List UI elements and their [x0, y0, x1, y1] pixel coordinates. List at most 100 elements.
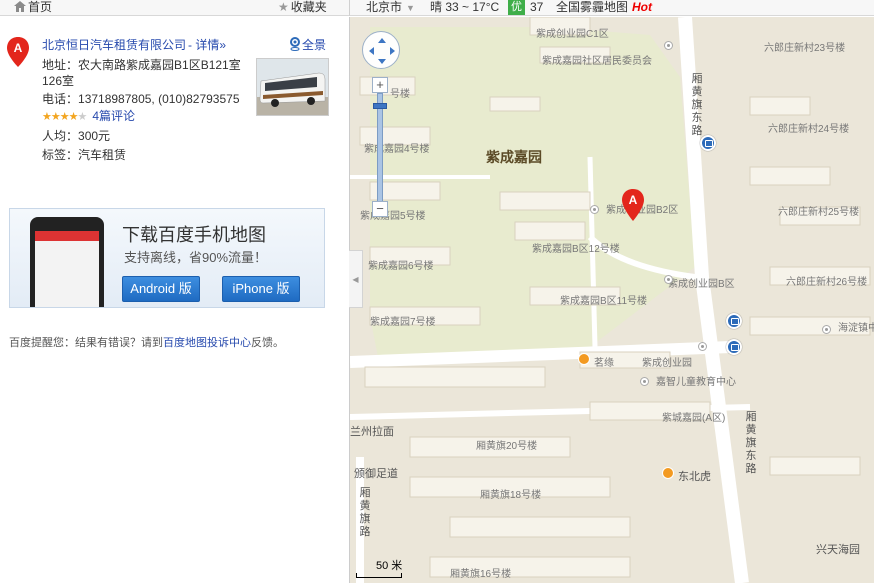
rating-stars: ★★★★★ [42, 111, 88, 123]
map-label-b18[interactable]: 厢黄旗18号楼 [480, 486, 541, 501]
favorites-link[interactable]: ★ 收藏夹 [278, 0, 327, 14]
app-download-banner[interactable]: 下载百度手机地图 支持离线，省90%流量！ Android 版 iPhone 版 [9, 208, 325, 308]
result-thumbnail[interactable] [256, 58, 329, 116]
poi-dot[interactable] [822, 325, 831, 334]
star-empty-icon: ★ [77, 111, 88, 123]
map-label-b20[interactable]: 厢黄旗20号楼 [476, 437, 537, 452]
marker-letter: A [14, 41, 23, 55]
map-label-b3[interactable]: 号楼 [390, 85, 410, 100]
banner-title: 下载百度手机地图 [122, 225, 266, 245]
favorites-label: 收藏夹 [290, 0, 327, 14]
map-label-lp23[interactable]: 六郎庄新村23号楼 [764, 39, 845, 54]
tag-value: 汽车租赁 [78, 148, 127, 162]
zoom-slider-handle[interactable] [373, 103, 387, 109]
phone-row: 电话：13718987805, (010)82793575 [42, 91, 240, 107]
bus-stop-icon[interactable] [726, 339, 742, 355]
result-title: 北京恒日汽车租赁有限公司 - 详情» [42, 36, 226, 53]
restaurant-icon[interactable] [662, 467, 674, 479]
price-value: 300元 [78, 129, 111, 143]
tag-row: 标签：汽车租赁 [42, 147, 126, 163]
phone-value: 13718987805, (010)82793575 [78, 92, 240, 106]
bus-stop-icon[interactable] [726, 313, 742, 329]
map-label-community[interactable]: 紫成嘉园社区居民委员会 [542, 52, 652, 67]
poi-dot[interactable] [664, 41, 673, 50]
banner-subtitle: 支持离线，省90%流量！ [124, 250, 268, 265]
map-label-xingtian[interactable]: 兴天海园 [816, 541, 860, 557]
map-label-b6[interactable]: 紫成嘉园6号楼 [368, 257, 434, 272]
address-row-2: 126室 [42, 73, 74, 89]
feedback-notice: 百度提醒您：结果有错误？请到百度地图投诉中心反馈。 [9, 334, 284, 350]
result-pin-icon[interactable]: A [622, 189, 644, 221]
star-icon: ★ [50, 111, 61, 123]
result-title-link[interactable]: 北京恒日汽车租赁有限公司 [42, 38, 186, 52]
home-icon [14, 1, 26, 12]
zoom-slider-track[interactable] [377, 93, 383, 203]
panorama-icon [290, 37, 300, 51]
zoom-control[interactable]: + − [372, 77, 388, 217]
cafe-icon[interactable] [578, 353, 590, 365]
map-label-b16[interactable]: 厢黄旗16号楼 [450, 565, 511, 580]
map-label-b12[interactable]: 紫成嘉园B区12号楼 [532, 240, 620, 255]
location-marker-icon: A [7, 37, 29, 67]
scale-bar [356, 573, 402, 578]
poi-dot[interactable] [698, 342, 707, 351]
bus-photo [257, 59, 328, 115]
weather-info: 晴 33 ~ 17°C [430, 0, 500, 14]
map-label-c1[interactable]: 紫成创业园C1区 [536, 25, 609, 40]
feedback-link[interactable]: 百度地图投诉中心 [163, 337, 251, 349]
city-label: 北京市 [366, 0, 403, 14]
home-label: 首页 [28, 0, 53, 14]
map-label-chuangye[interactable]: 紫成创业园 [642, 354, 692, 369]
city-selector[interactable]: 北京市 ▼ [366, 0, 415, 15]
collapse-panel-handle[interactable]: ◀ [349, 250, 363, 308]
poi-dot[interactable] [640, 377, 649, 386]
smog-map-link[interactable]: 全国雾霾地图 [556, 0, 628, 14]
scale-label: 50 米 [376, 560, 403, 572]
price-label: 人均： [42, 129, 79, 143]
address-row: 地址：农大南路紫成嘉园B1区B121室 [42, 57, 241, 73]
review-link[interactable]: 4篇评论 [92, 109, 135, 123]
poi-dot[interactable] [590, 205, 599, 214]
address-value-2: 126室 [42, 74, 75, 88]
address-value: 农大南路紫成嘉园B1区B121室 [78, 58, 241, 72]
map-label-b5[interactable]: 紫成嘉园5号楼 [360, 207, 426, 222]
map-label-b11[interactable]: 紫成嘉园B区11号楼 [560, 292, 647, 307]
map-label-lamian[interactable]: 兰州拉面 [350, 423, 394, 439]
panorama-link[interactable]: 全景 [290, 36, 326, 53]
map-label-haidian[interactable]: 海淀镇中心幼儿园 [838, 319, 874, 334]
android-download-button[interactable]: Android 版 [122, 276, 200, 302]
poi-dot[interactable] [664, 275, 673, 284]
map-label-zc-a[interactable]: 紫城嘉园(A区) [662, 409, 725, 424]
phone-image [30, 217, 104, 307]
map-view[interactable]: 紫成创业园C1区 紫成嘉园社区居民委员会 紫成嘉园4号楼 号楼 紫成嘉园 紫成嘉… [349, 17, 874, 583]
map-label-lp25[interactable]: 六郎庄新村25号楼 [778, 203, 859, 218]
rating-row: ★★★★★ 4篇评论 [42, 108, 135, 125]
result-panel: A 北京恒日汽车租赁有限公司 - 详情» 全景 地址：农大南路紫成嘉园B1区B12… [0, 17, 349, 583]
iphone-download-button[interactable]: iPhone 版 [222, 276, 300, 302]
star-icon: ★ [42, 111, 52, 123]
detail-link[interactable]: - 详情» [188, 38, 226, 52]
map-label-kindergarten[interactable]: 嘉智儿童教育中心 [656, 373, 736, 388]
top-bar: 首页 ★ 收藏夹 北京市 ▼ 晴 33 ~ 17°C 优 37 全国雾霾地图 Hot [0, 0, 874, 16]
road-label-east: 厢黄旗东路 [691, 73, 703, 137]
map-label-mingyuan[interactable]: 茗缘 [594, 354, 614, 369]
chevron-down-icon: ▼ [406, 3, 415, 13]
panorama-label: 全景 [302, 38, 327, 52]
zoom-out-button[interactable]: − [372, 201, 388, 217]
home-link[interactable]: 首页 [14, 0, 52, 16]
pan-control[interactable] [362, 31, 400, 69]
map-label-b7[interactable]: 紫成嘉园7号楼 [370, 313, 436, 328]
star-icon: ★ [59, 111, 70, 123]
road-label-east-2: 厢黄旗东路 [745, 411, 757, 475]
feedback-prefix: 百度提醒您：结果有错误？请到 [9, 337, 163, 349]
map-label-dongbeihu[interactable]: 东北虎 [678, 468, 711, 484]
phone-label: 电话： [42, 92, 79, 106]
zoom-in-button[interactable]: + [372, 77, 388, 93]
map-label-lp26[interactable]: 六郎庄新村26号楼 [786, 273, 867, 288]
map-label-yuding[interactable]: 颁御足道 [354, 465, 398, 481]
aqi-badge: 优 [508, 0, 525, 15]
pin-letter: A [629, 193, 638, 207]
map-label-biz-b[interactable]: 紫成创业园B区 [668, 275, 735, 290]
map-label-main[interactable]: 紫成嘉园 [486, 147, 542, 167]
map-label-lp24[interactable]: 六郎庄新村24号楼 [768, 120, 849, 135]
